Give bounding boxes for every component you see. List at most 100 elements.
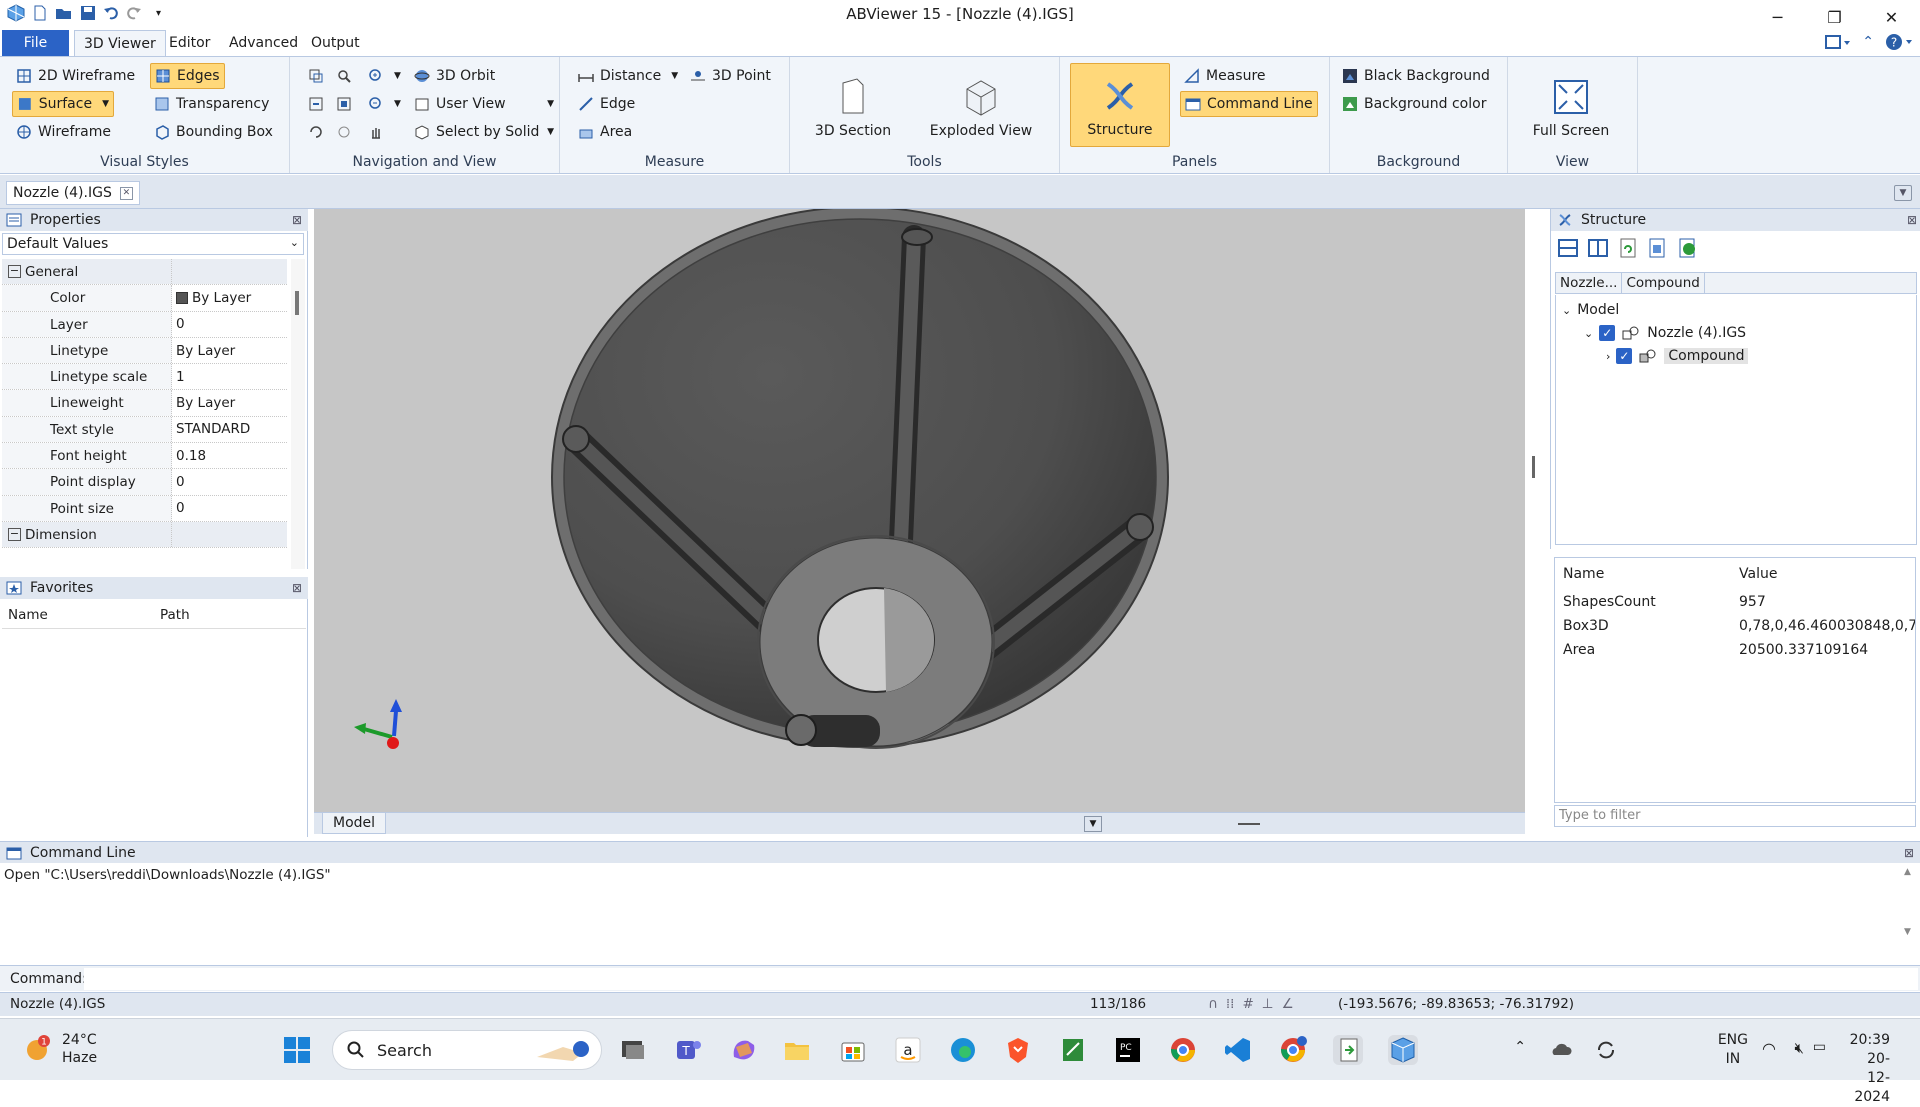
tree-node-compound[interactable]: › ✓ Compound: [1606, 345, 1749, 367]
tab-3d-viewer[interactable]: 3D Viewer: [74, 30, 166, 57]
area-button[interactable]: Area: [574, 119, 636, 145]
zoom-previous-button[interactable]: [304, 91, 328, 117]
weather-widget[interactable]: 1 24°C Haze: [22, 1031, 97, 1067]
command-line-panel-button[interactable]: Command Line: [1180, 91, 1318, 117]
col-compound[interactable]: Compound: [1622, 273, 1705, 293]
col-name[interactable]: Name: [2, 601, 154, 628]
attribute-row[interactable]: Area 20500.337109164: [1555, 638, 1915, 662]
visibility-checkbox[interactable]: ✓: [1616, 348, 1633, 364]
chevron-down-icon[interactable]: ⌄: [1562, 304, 1571, 317]
close-panel-icon[interactable]: ⊠: [292, 581, 302, 595]
exploded-view-button[interactable]: Exploded View: [926, 63, 1036, 147]
attribute-row[interactable]: Box3D 0,78,0,46.460030848,0,78: [1555, 614, 1915, 638]
chevron-right-icon[interactable]: ›: [1606, 350, 1610, 363]
document-tab[interactable]: Nozzle (4).IGS ✕: [6, 181, 140, 205]
transparency-button[interactable]: Transparency: [150, 91, 273, 117]
minimize-icon[interactable]: ─: [1749, 0, 1806, 34]
battery-icon[interactable]: ▭: [1813, 1039, 1826, 1055]
measure-panel-button[interactable]: Measure: [1180, 63, 1270, 89]
property-row[interactable]: Linetype scale 1: [2, 364, 287, 391]
pycharm-icon[interactable]: PC: [1113, 1035, 1143, 1065]
close-panel-icon[interactable]: ⊠: [1904, 846, 1914, 860]
edges-button[interactable]: Edges: [150, 63, 225, 89]
rows-view-icon[interactable]: [1557, 237, 1579, 259]
collapse-icon[interactable]: −: [8, 528, 21, 542]
3d-viewport[interactable]: [314, 209, 1525, 813]
export-icon[interactable]: [1647, 237, 1669, 259]
property-row[interactable]: Linetype By Layer: [2, 337, 287, 365]
help-icon[interactable]: ?: [1884, 32, 1914, 52]
chevron-up-icon[interactable]: ⌃: [1514, 1039, 1526, 1055]
amazon-icon[interactable]: a: [893, 1035, 923, 1065]
tab-file[interactable]: File: [2, 30, 69, 56]
refresh-icon[interactable]: [1617, 237, 1639, 259]
surface-dropdown[interactable]: Surface ▼: [12, 91, 114, 117]
visibility-checkbox[interactable]: ✓: [1599, 325, 1616, 341]
look-around-button[interactable]: [332, 119, 356, 145]
snap-icon[interactable]: ∩: [1208, 996, 1218, 1012]
chevron-down-icon[interactable]: ⌄: [1584, 327, 1593, 340]
teams-icon[interactable]: T: [673, 1035, 703, 1065]
property-row[interactable]: Text style STANDARD: [2, 416, 287, 444]
property-row[interactable]: Point size 0: [2, 495, 287, 522]
nozzle-model[interactable]: [314, 209, 1525, 813]
3d-section-button[interactable]: 3D Section: [808, 63, 898, 147]
properties-selector[interactable]: Default Values ⌄: [2, 233, 304, 255]
command-scrollbar[interactable]: ▲ ▼: [1904, 867, 1916, 961]
brave-icon[interactable]: [1003, 1035, 1033, 1065]
zoom-window-button[interactable]: [332, 63, 356, 89]
minimize-bar-icon[interactable]: [1238, 823, 1260, 825]
user-view-dropdown[interactable]: User View ▼: [410, 91, 558, 117]
attribute-row[interactable]: ShapesCount 957: [1555, 590, 1915, 614]
columns-view-icon[interactable]: [1587, 237, 1609, 259]
copilot-icon[interactable]: [728, 1035, 758, 1065]
fit-button[interactable]: [332, 91, 356, 117]
grid-icon[interactable]: #: [1242, 996, 1253, 1012]
file-explorer-icon[interactable]: [782, 1035, 812, 1065]
col-nozzle[interactable]: Nozzle...: [1556, 273, 1623, 293]
grid-dots-icon[interactable]: ⁞⁞: [1226, 996, 1235, 1012]
rotate-button[interactable]: [304, 119, 328, 145]
full-screen-button[interactable]: Full Screen: [1526, 63, 1616, 147]
category-dimension[interactable]: − Dimension: [2, 521, 287, 549]
edge-browser-icon[interactable]: [948, 1035, 978, 1065]
sheets-app-icon[interactable]: [1058, 1035, 1088, 1065]
ortho-icon[interactable]: ⊥: [1262, 996, 1274, 1012]
volume-muted-icon[interactable]: 🔇︎: [1795, 1039, 1804, 1057]
tab-advanced[interactable]: Advanced: [220, 30, 307, 56]
property-row[interactable]: Color By Layer: [2, 285, 287, 312]
structure-panel-button[interactable]: Structure: [1070, 63, 1170, 147]
wifi-icon[interactable]: ◠: [1762, 1039, 1776, 1058]
refresh-arrows-icon[interactable]: [1594, 1039, 1618, 1061]
wireframe-2d-button[interactable]: 2D Wireframe: [12, 63, 139, 89]
chrome-icon[interactable]: [1168, 1035, 1198, 1065]
property-row[interactable]: Point display mode0: [2, 469, 287, 516]
panel-splitter-handle[interactable]: [1532, 456, 1535, 478]
property-row[interactable]: Font height 0.18: [2, 443, 287, 470]
taskbar-search[interactable]: Search: [332, 1030, 602, 1070]
close-panel-icon[interactable]: ⊠: [292, 213, 302, 227]
edge-button[interactable]: Edge: [574, 91, 639, 117]
bounding-box-button[interactable]: Bounding Box: [150, 119, 277, 145]
layout-dropdown-icon[interactable]: ▼: [1084, 816, 1102, 832]
close-panel-icon[interactable]: ⊠: [1907, 213, 1917, 227]
ms-store-icon[interactable]: [838, 1035, 868, 1065]
tab-list-dropdown-icon[interactable]: ▼: [1894, 185, 1912, 201]
vscode-icon[interactable]: [1223, 1035, 1253, 1065]
language-indicator[interactable]: ENG IN: [1718, 1031, 1748, 1069]
update-icon[interactable]: [1677, 237, 1699, 259]
task-view-icon[interactable]: [618, 1035, 648, 1065]
tree-node-file[interactable]: ⌄ ✓ Nozzle (4).IGS: [1584, 322, 1746, 344]
tab-editor[interactable]: Editor: [160, 30, 219, 56]
category-general[interactable]: − General: [2, 259, 287, 286]
layout-options-icon[interactable]: [1824, 33, 1852, 51]
distance-dropdown[interactable]: Distance ▼: [574, 63, 682, 89]
cloud-sync-icon[interactable]: [1550, 1039, 1574, 1061]
chrome-profile-icon[interactable]: [1278, 1035, 1308, 1065]
collapse-icon[interactable]: −: [8, 265, 21, 279]
command-input[interactable]: [84, 967, 1918, 990]
properties-scrollbar[interactable]: [291, 259, 305, 569]
3d-orbit-button[interactable]: 3D Orbit: [410, 63, 499, 89]
zoom-out-dropdown[interactable]: ▼: [364, 91, 405, 117]
close-icon[interactable]: ✕: [1863, 0, 1920, 34]
